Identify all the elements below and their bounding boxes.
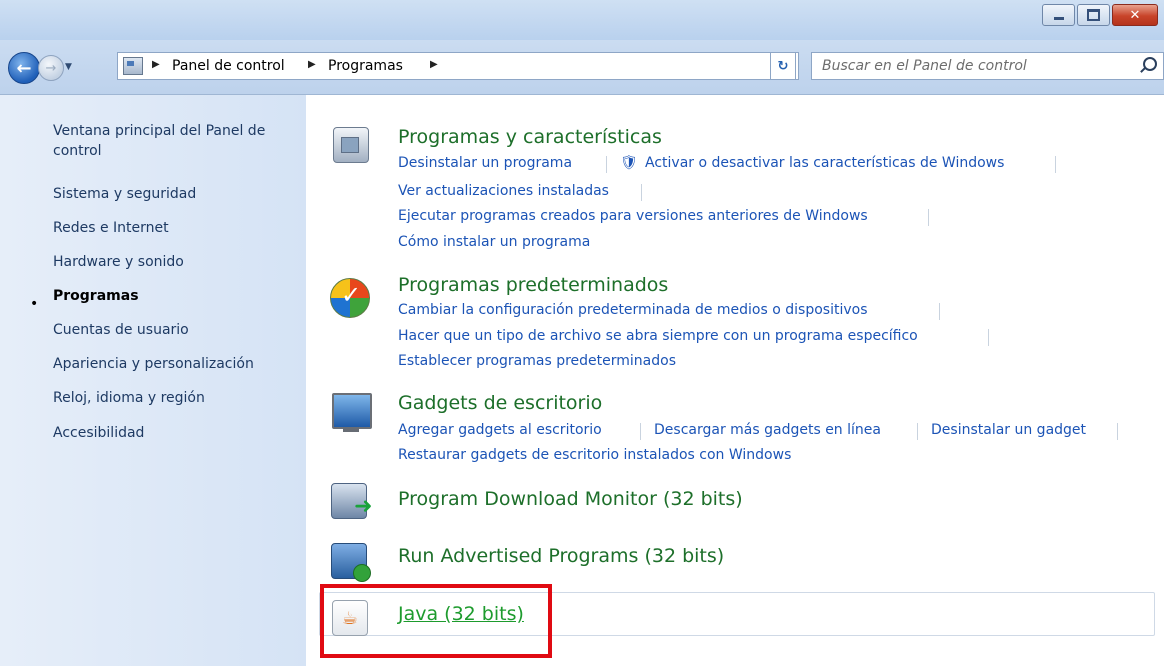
refresh-icon: ↻ [777,58,789,74]
default-programs-title[interactable]: Programas predeterminados [398,274,668,296]
java-highlight-box [320,584,552,658]
sidebar-item-clock-language-region[interactable]: Reloj, idioma y región [53,388,293,408]
add-gadgets-link[interactable]: Agregar gadgets al escritorio [398,422,602,438]
minimize-button[interactable] [1042,4,1075,26]
restore-gadgets-link[interactable]: Restaurar gadgets de escritorio instalad… [398,447,791,463]
left-navigation-pane [0,95,306,666]
window-titlebar [0,0,1164,40]
download-monitor-title[interactable]: Program Download Monitor (32 bits) [398,488,743,510]
advertised-programs-title[interactable]: Run Advertised Programs (32 bits) [398,545,724,567]
windows-features-link[interactable]: Activar o desactivar las características… [645,155,1004,171]
task-separator [640,423,641,440]
task-separator [606,156,607,173]
uninstall-program-link[interactable]: Desinstalar un programa [398,155,572,171]
sidebar-item-programs[interactable]: Programas [53,286,293,306]
breadcrumb-separator-icon[interactable]: ▶ [430,59,438,70]
back-arrow-icon: ← [16,57,32,79]
window-controls: ✕ [1042,4,1158,26]
task-separator [1055,156,1056,173]
search-input[interactable]: Buscar en el Panel de control [822,58,1027,74]
programs-and-features-icon[interactable] [333,127,369,163]
task-separator [1117,423,1118,440]
sidebar-item-control-panel-home[interactable]: Ventana principal del Panel de control [53,121,293,161]
change-media-defaults-link[interactable]: Cambiar la configuración predeterminada … [398,302,868,318]
uninstall-gadget-link[interactable]: Desinstalar un gadget [931,422,1086,438]
sidebar-item-user-accounts[interactable]: Cuentas de usuario [53,320,293,340]
compatibility-programs-link[interactable]: Ejecutar programas creados para versione… [398,208,868,224]
recent-pages-dropdown[interactable]: ▼ [65,62,72,72]
forward-button[interactable]: → [38,55,64,81]
task-separator [928,209,929,226]
search-box[interactable]: Buscar en el Panel de control [811,52,1164,80]
search-icon[interactable] [1143,57,1157,71]
forward-arrow-icon: → [45,60,57,76]
breadcrumb-separator-icon[interactable]: ▶ [308,59,316,70]
view-installed-updates-link[interactable]: Ver actualizaciones instaladas [398,183,609,199]
file-association-link[interactable]: Hacer que un tipo de archivo se abra sie… [398,328,918,344]
sidebar-item-hardware-sound[interactable]: Hardware y sonido [53,252,293,272]
default-programs-check-icon: ✓ [341,281,362,309]
close-icon: ✕ [1129,7,1141,23]
task-separator [641,184,642,201]
breadcrumb-panel-de-control[interactable]: Panel de control [172,58,285,74]
desktop-gadgets-title[interactable]: Gadgets de escritorio [398,392,602,414]
set-default-programs-link[interactable]: Establecer programas predeterminados [398,353,676,369]
play-icon [353,564,371,582]
desktop-gadgets-icon[interactable] [332,393,372,429]
task-separator [917,423,918,440]
address-bar[interactable]: ▶ Panel de control ▶ Programas ▶ ▼ [117,52,799,80]
task-separator [988,329,989,346]
refresh-button[interactable]: ↻ [770,52,796,80]
close-button[interactable]: ✕ [1112,4,1158,26]
maximize-button[interactable] [1077,4,1110,26]
programs-and-features-title[interactable]: Programas y características [398,126,662,148]
breadcrumb-separator-icon[interactable]: ▶ [152,59,160,70]
main-content [306,95,1164,666]
sidebar-item-appearance[interactable]: Apariencia y personalización [53,354,293,374]
sidebar-item-system-security[interactable]: Sistema y seguridad [53,184,293,204]
breadcrumb-programas[interactable]: Programas [328,58,403,74]
download-arrow-icon: ➜ [354,494,373,519]
how-to-install-link[interactable]: Cómo instalar un programa [398,234,590,250]
task-separator [939,303,940,320]
minimize-icon [1053,16,1064,20]
control-panel-icon [123,57,143,75]
uac-shield-icon: 🛡 [620,155,638,171]
monitor-stand-icon [343,427,359,432]
maximize-icon [1087,9,1100,21]
current-item-bullet: • [30,296,39,312]
sidebar-item-network-internet[interactable]: Redes e Internet [53,218,293,238]
sidebar-item-accessibility[interactable]: Accesibilidad [53,423,293,443]
back-button[interactable]: ← [8,52,40,84]
download-gadgets-link[interactable]: Descargar más gadgets en línea [654,422,881,438]
